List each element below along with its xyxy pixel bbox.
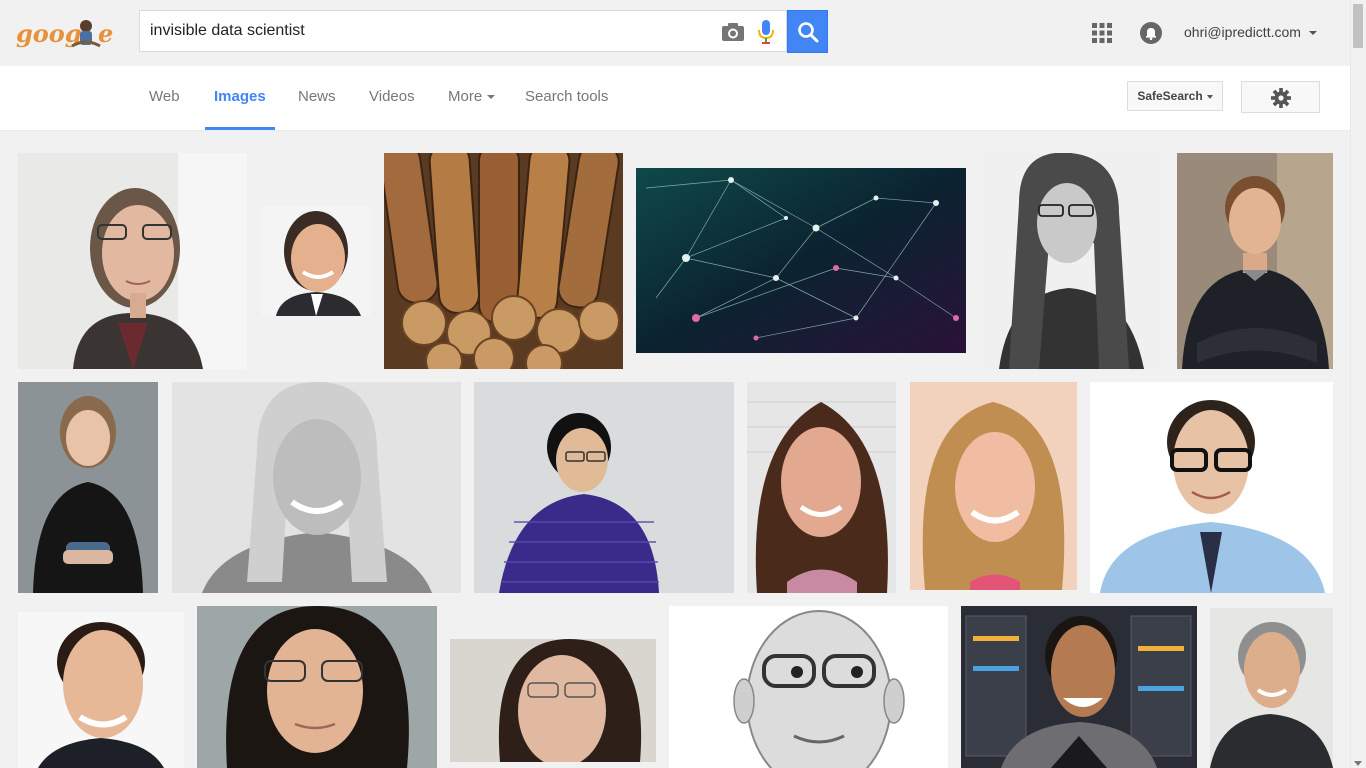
image-result[interactable]	[384, 153, 623, 369]
page-scrollbar[interactable]	[1350, 0, 1366, 768]
image-result[interactable]	[979, 153, 1164, 369]
image-result[interactable]	[1177, 153, 1333, 369]
image-result[interactable]	[636, 168, 966, 353]
image-result[interactable]	[18, 382, 158, 593]
safesearch-label: SafeSearch	[1137, 89, 1203, 103]
tab-label: News	[298, 88, 336, 105]
search-button[interactable]	[787, 10, 828, 53]
safesearch-button[interactable]: SafeSearch	[1127, 81, 1223, 111]
google-doodle-logo[interactable]: goog e	[14, 12, 118, 52]
settings-button[interactable]	[1241, 81, 1320, 113]
apps-grid-icon[interactable]	[1092, 23, 1112, 43]
image-result[interactable]	[18, 153, 247, 369]
image-result[interactable]	[474, 382, 734, 593]
notifications-icon[interactable]	[1139, 21, 1163, 45]
top-header: goog e invisible data scientist ohri@ipr…	[0, 0, 1350, 67]
scroll-down-arrow-icon[interactable]	[1354, 761, 1362, 766]
tab-web[interactable]: Web	[149, 66, 180, 130]
account-email: ohri@ipredictt.com	[1184, 24, 1301, 40]
tab-videos[interactable]: Videos	[369, 66, 415, 130]
scrollbar-thumb[interactable]	[1353, 4, 1363, 48]
chevron-down-icon	[1206, 94, 1213, 99]
image-result[interactable]	[1090, 382, 1333, 593]
svg-text:e: e	[98, 19, 113, 48]
search-nav-bar: Web Images News Videos More Search tools…	[0, 66, 1350, 131]
microphone-icon[interactable]	[756, 19, 776, 45]
tab-news[interactable]: News	[298, 66, 336, 130]
tab-label: More	[448, 88, 483, 105]
image-result[interactable]	[910, 382, 1077, 590]
tab-label: Images	[214, 88, 266, 105]
tab-search-tools[interactable]: Search tools	[525, 66, 608, 130]
camera-icon[interactable]	[720, 20, 746, 44]
tab-more[interactable]: More	[448, 66, 496, 130]
image-result[interactable]	[197, 606, 437, 768]
gear-icon	[1271, 88, 1291, 108]
chevron-down-icon	[1308, 31, 1317, 36]
image-result[interactable]	[669, 606, 948, 768]
image-result[interactable]	[450, 639, 656, 762]
tab-label: Search tools	[525, 88, 609, 105]
account-menu[interactable]: ohri@ipredictt.com	[1184, 24, 1317, 40]
image-result[interactable]	[747, 382, 896, 593]
svg-text:goog: goog	[16, 19, 82, 48]
search-icon	[798, 22, 819, 43]
image-result[interactable]	[261, 206, 371, 316]
chevron-down-icon	[487, 95, 496, 100]
image-result[interactable]	[1210, 608, 1333, 768]
search-box	[139, 10, 787, 52]
image-result[interactable]	[172, 382, 461, 593]
image-result[interactable]	[18, 612, 184, 768]
image-result[interactable]	[961, 606, 1197, 768]
tab-label: Videos	[369, 88, 415, 105]
search-input[interactable]	[140, 11, 720, 51]
tab-images[interactable]: Images	[205, 66, 275, 130]
tab-label: Web	[149, 88, 180, 105]
